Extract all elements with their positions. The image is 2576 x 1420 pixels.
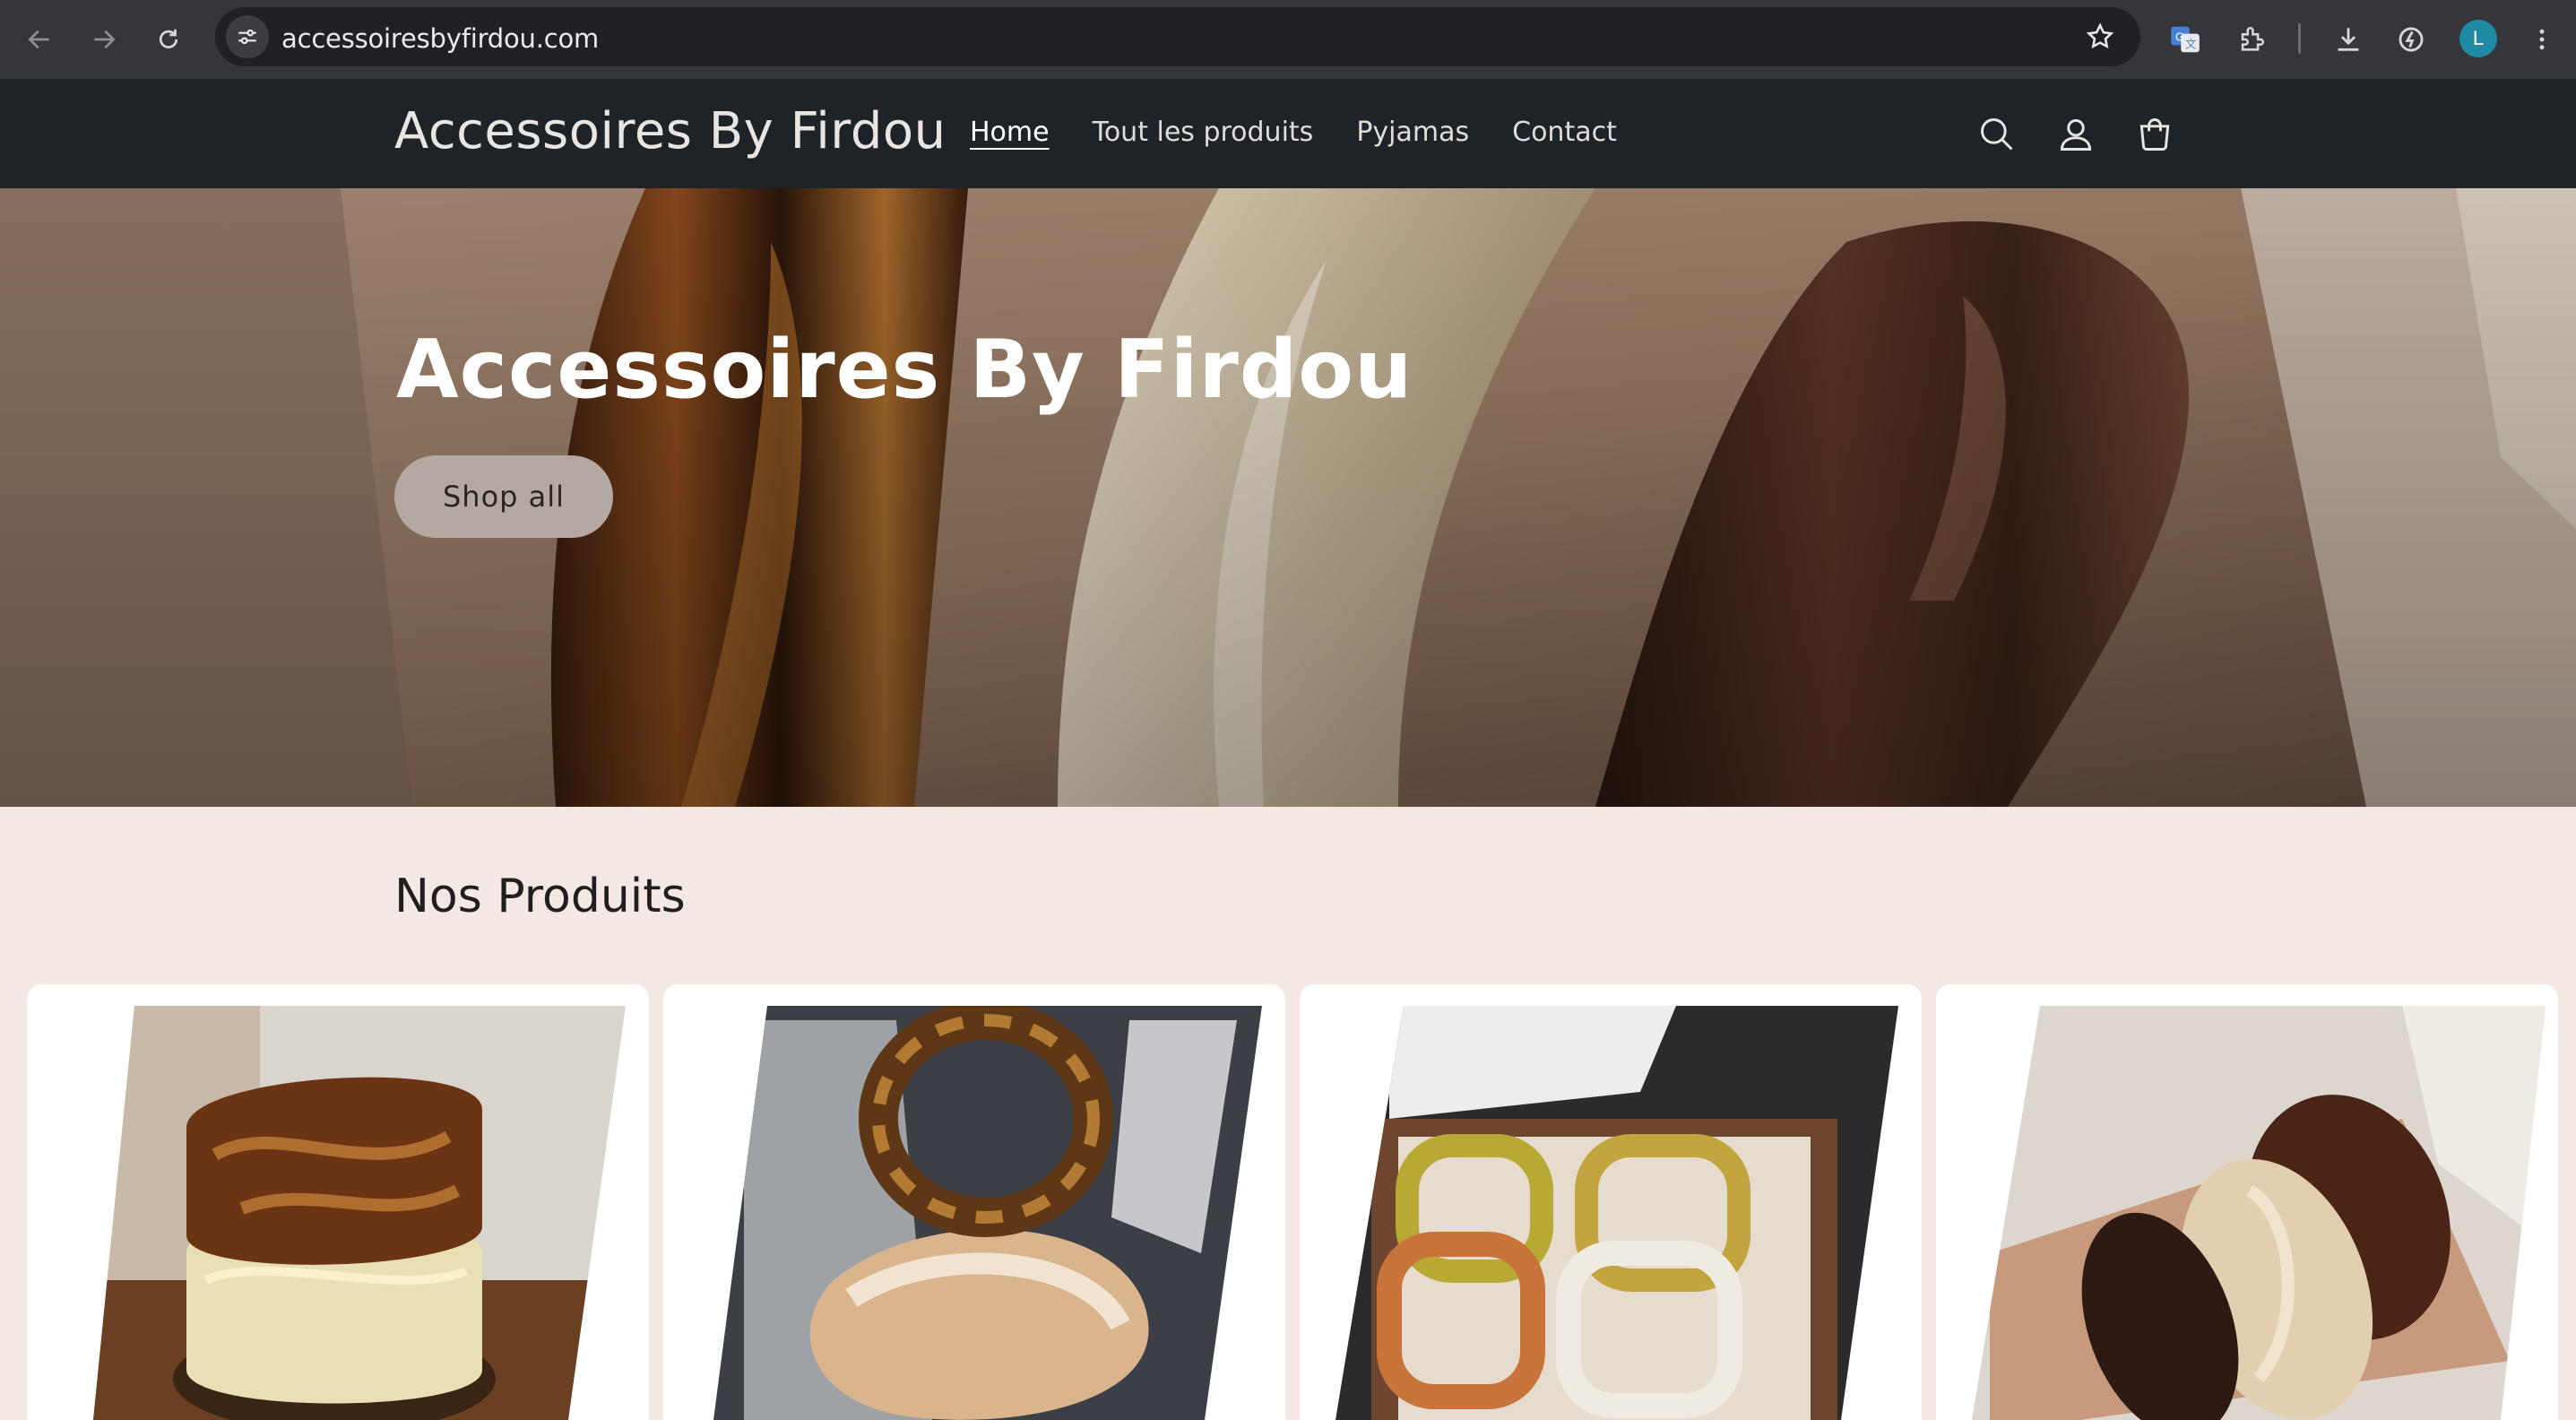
- site-info-icon[interactable]: [226, 15, 269, 58]
- address-bar[interactable]: accessoiresbyfirdou.com: [215, 7, 2140, 66]
- product-card[interactable]: [27, 984, 649, 1420]
- svg-text:文: 文: [2185, 38, 2197, 51]
- shop-all-button[interactable]: Shop all: [394, 455, 613, 538]
- nav-home[interactable]: Home: [970, 117, 1050, 148]
- extensions-icon[interactable]: [2228, 16, 2275, 63]
- site-logo[interactable]: Accessoires By Firdou: [394, 102, 947, 160]
- performance-icon[interactable]: [2388, 16, 2434, 63]
- toolbar-separator: [2298, 23, 2301, 54]
- nav-contact[interactable]: Contact: [1512, 117, 1617, 148]
- account-icon[interactable]: [2053, 111, 2099, 158]
- back-icon[interactable]: [16, 16, 63, 63]
- site-header: Accessoires By Firdou Home Tout les prod…: [0, 79, 2576, 188]
- product-image-tortoiseshell-bangles: [713, 1006, 1262, 1420]
- products-section-title: Nos Produits: [394, 870, 686, 923]
- product-card[interactable]: [663, 984, 1285, 1420]
- nav-tout-les-produits[interactable]: Tout les produits: [1093, 117, 1314, 148]
- bookmark-star-icon[interactable]: [2085, 22, 2115, 56]
- main-nav: Home Tout les produits Pyjamas Contact: [970, 117, 1617, 148]
- product-image-four-square-bangles: [1336, 1006, 1898, 1420]
- hero-bangles-image: [0, 188, 2576, 807]
- reload-icon[interactable]: [145, 16, 192, 63]
- search-icon[interactable]: [1974, 111, 2020, 158]
- url-text[interactable]: accessoiresbyfirdou.com: [281, 23, 599, 54]
- profile-avatar[interactable]: L: [2459, 20, 2497, 57]
- browser-toolbar: accessoiresbyfirdou.com G文 L: [0, 0, 2576, 79]
- product-image-stacked-bangles: [93, 1006, 626, 1420]
- forward-icon[interactable]: [81, 16, 127, 63]
- more-menu-icon[interactable]: [2519, 16, 2565, 63]
- hero-title: Accessoires By Firdou: [396, 323, 1413, 417]
- hero-banner: Accessoires By Firdou Shop all: [0, 188, 2576, 807]
- nav-pyjamas[interactable]: Pyjamas: [1356, 117, 1469, 148]
- product-card[interactable]: [1300, 984, 1922, 1420]
- product-card[interactable]: [1936, 984, 2558, 1420]
- product-image-bangles-on-wrist: [1972, 1006, 2546, 1420]
- download-icon[interactable]: [2325, 16, 2372, 63]
- cart-icon[interactable]: [2131, 111, 2178, 158]
- svg-text:G: G: [2175, 30, 2184, 44]
- google-translate-icon[interactable]: G文: [2162, 16, 2209, 63]
